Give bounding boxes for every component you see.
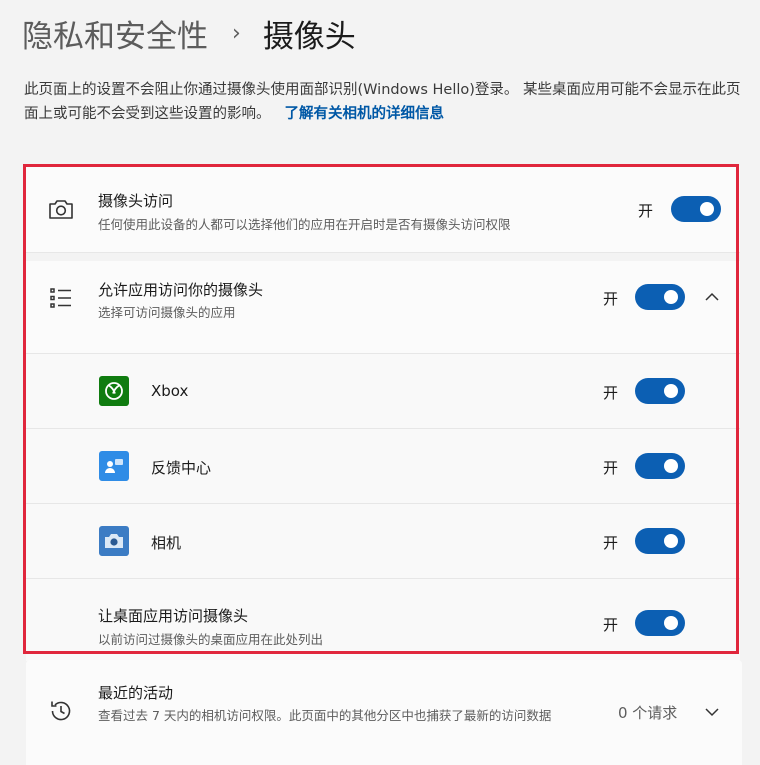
xbox-toggle[interactable] <box>635 378 685 404</box>
list-icon <box>46 283 76 313</box>
desktop-access-subtitle: 以前访问过摄像头的桌面应用在此处列出 <box>98 632 324 647</box>
recent-activity-title: 最近的活动 <box>98 684 174 702</box>
camera-access-title: 摄像头访问 <box>98 192 174 210</box>
recent-activity-count: 0 个请求 <box>618 704 678 722</box>
page-description: 此页面上的设置不会阻止你通过摄像头使用面部识别(Windows Hello)登录… <box>24 78 746 126</box>
camera-settings-group: 摄像头访问 任何使用此设备的人都可以选择他们的应用在开启时是否有摄像头访问权限 … <box>26 166 740 661</box>
camera-access-subtitle: 任何使用此设备的人都可以选择他们的应用在开启时是否有摄像头访问权限 <box>98 217 511 232</box>
app-state-feedback-hub: 开 <box>603 459 619 477</box>
camera-access-toggle[interactable] <box>671 196 721 222</box>
chevron-up-icon[interactable] <box>704 289 720 305</box>
camera-app-icon <box>99 526 129 556</box>
app-row-feedback-hub: 反馈中心 开 <box>26 429 740 504</box>
camera-icon <box>46 194 76 224</box>
app-access-row[interactable]: 允许应用访问你的摄像头 选择可访问摄像头的应用 开 <box>26 253 740 354</box>
desktop-access-state: 开 <box>603 616 619 634</box>
chevron-down-icon[interactable] <box>704 704 720 720</box>
desktop-access-title: 让桌面应用访问摄像头 <box>98 607 249 625</box>
feedback-hub-toggle[interactable] <box>635 453 685 479</box>
desktop-access-row: 让桌面应用访问摄像头 以前访问过摄像头的桌面应用在此处列出 开 <box>26 579 740 661</box>
app-access-toggle[interactable] <box>635 284 685 310</box>
app-name-camera: 相机 <box>151 534 182 552</box>
page-title: 摄像头 <box>262 18 356 55</box>
recent-activity-subtitle: 查看过去 7 天内的相机访问权限。此页面中的其他分区中也捕获了最新的访问数据 <box>98 708 552 723</box>
app-access-state: 开 <box>603 290 619 308</box>
app-access-title: 允许应用访问你的摄像头 <box>98 281 264 299</box>
history-icon <box>46 696 76 726</box>
xbox-icon <box>99 376 129 406</box>
app-row-xbox: Xbox 开 <box>26 354 740 429</box>
camera-access-row: 摄像头访问 任何使用此设备的人都可以选择他们的应用在开启时是否有摄像头访问权限 … <box>26 166 740 253</box>
recent-activity-row[interactable]: 最近的活动 查看过去 7 天内的相机访问权限。此页面中的其他分区中也捕获了最新的… <box>26 660 742 765</box>
breadcrumb: 隐私和安全性 › 摄像头 <box>22 8 356 58</box>
breadcrumb-separator: › <box>232 20 241 46</box>
camera-app-toggle[interactable] <box>635 528 685 554</box>
app-name-xbox: Xbox <box>151 382 189 400</box>
app-state-xbox: 开 <box>603 384 619 402</box>
app-state-camera: 开 <box>603 534 619 552</box>
desktop-access-toggle[interactable] <box>635 610 685 636</box>
learn-more-link[interactable]: 了解有关相机的详细信息 <box>285 106 445 122</box>
breadcrumb-parent[interactable]: 隐私和安全性 <box>22 11 208 56</box>
app-name-feedback-hub: 反馈中心 <box>151 459 212 477</box>
app-row-camera: 相机 开 <box>26 504 740 579</box>
feedback-hub-icon <box>99 451 129 481</box>
camera-access-state: 开 <box>638 202 654 220</box>
app-access-subtitle: 选择可访问摄像头的应用 <box>98 305 236 320</box>
